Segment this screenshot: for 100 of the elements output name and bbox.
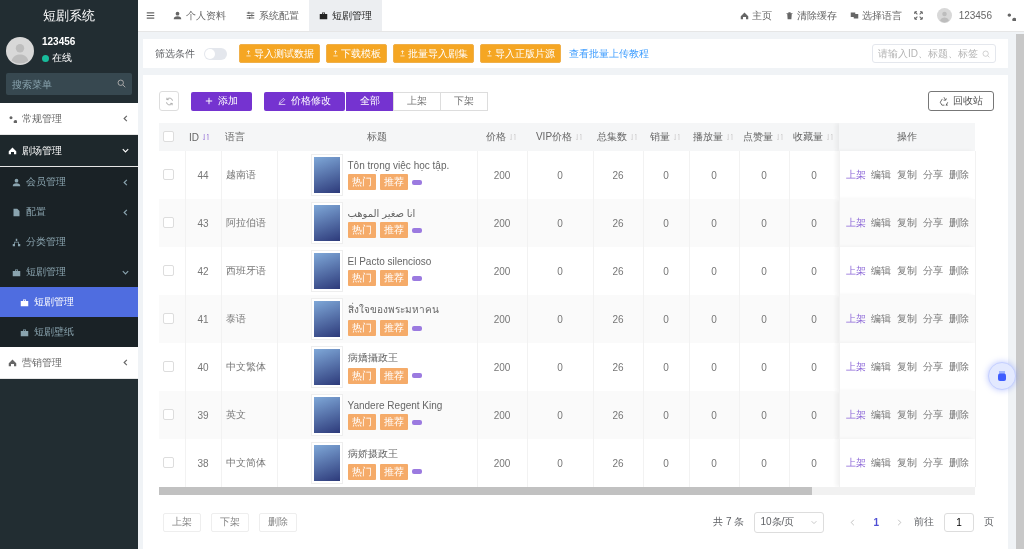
row-action-link[interactable]: 复制	[897, 312, 917, 326]
refresh-button[interactable]	[159, 91, 179, 111]
sort-icon[interactable]	[726, 133, 735, 141]
menu-item[interactable]: 分类管理	[0, 227, 138, 257]
row-action-link[interactable]: 删除	[948, 456, 969, 470]
row-action-link[interactable]: 编辑	[871, 408, 892, 422]
row-action-link[interactable]: 复制	[897, 456, 917, 470]
upload-icon	[245, 50, 252, 57]
avatar-icon[interactable]	[936, 8, 952, 23]
row-action-link[interactable]: 删除	[948, 312, 969, 326]
row-action-link[interactable]: 编辑	[871, 216, 892, 230]
row-action-link[interactable]: 分享	[922, 216, 943, 230]
add-button[interactable]: 添加	[191, 91, 252, 111]
row-action-link[interactable]: 上架	[845, 408, 866, 422]
row-action-link[interactable]: 上架	[845, 312, 866, 326]
tutorial-link[interactable]: 查看批量上传教程	[569, 46, 649, 61]
row-action-link[interactable]: 删除	[948, 408, 969, 422]
tab[interactable]: 系统配置	[236, 0, 309, 31]
row-action-link[interactable]: 分享	[922, 360, 943, 374]
vertical-scrollbar[interactable]	[1016, 34, 1024, 549]
row-action-link[interactable]: 删除	[948, 360, 969, 374]
user-name[interactable]: 123456	[958, 10, 992, 21]
row-action-link[interactable]: 复制	[897, 408, 917, 422]
menu-item[interactable]: 常规管理	[0, 103, 138, 135]
menu-search-field[interactable]: 搜索菜单	[6, 73, 132, 95]
row-action-link[interactable]: 分享	[922, 408, 943, 422]
tag: 推荐	[379, 174, 408, 190]
drama-title: انا صغير الموهب	[347, 208, 417, 219]
table-cell: 0	[711, 169, 717, 181]
row-action-link[interactable]: 分享	[922, 456, 943, 470]
bulk-action-button[interactable]: 下架	[211, 512, 249, 532]
page-input[interactable]: 1	[944, 512, 974, 532]
table-cell: 0	[761, 361, 767, 373]
table-search-field[interactable]: 请输入ID、标题、标签	[872, 44, 996, 63]
row-action-link[interactable]: 复制	[897, 216, 917, 230]
row-action-link[interactable]: 上架	[845, 456, 866, 470]
table-cell: 0	[663, 361, 669, 373]
row-action-link[interactable]: 上架	[845, 168, 866, 182]
row-action-link[interactable]: 编辑	[871, 264, 892, 278]
tab[interactable]: 个人资料	[163, 0, 236, 31]
next-page-icon[interactable]	[895, 517, 904, 527]
menu-item[interactable]: 短剧管理	[0, 257, 138, 287]
sort-icon[interactable]	[673, 133, 682, 141]
row-checkbox[interactable]	[163, 408, 174, 420]
row-action-link[interactable]: 编辑	[871, 456, 892, 470]
page-number[interactable]: 1	[867, 516, 885, 528]
row-action-link[interactable]: 分享	[922, 168, 943, 182]
recycle-bin-button[interactable]: 回收站	[928, 91, 994, 111]
sort-icon[interactable]	[776, 133, 785, 141]
sliders-icon	[246, 11, 255, 20]
header-link[interactable]: 选择语言	[849, 8, 902, 23]
menu-item[interactable]: 会员管理	[0, 167, 138, 197]
filter-switch[interactable]	[204, 47, 227, 60]
row-checkbox[interactable]	[163, 456, 174, 468]
header-link[interactable]: 清除缓存	[784, 8, 837, 23]
row-action-link[interactable]: 分享	[922, 264, 943, 278]
row-action-link[interactable]: 复制	[897, 360, 917, 374]
row-action-link[interactable]: 编辑	[871, 312, 892, 326]
price-edit-button[interactable]: 价格修改	[264, 91, 345, 111]
sort-icon[interactable]	[630, 133, 639, 141]
status-tab[interactable]: 全部	[346, 91, 394, 111]
home-icon	[739, 11, 749, 20]
row-action-link[interactable]: 上架	[845, 264, 866, 278]
row-action-link[interactable]: 上架	[845, 216, 866, 230]
tab[interactable]: 短剧管理	[309, 0, 382, 31]
row-action-link[interactable]: 复制	[897, 264, 917, 278]
sort-icon[interactable]	[509, 133, 518, 141]
bulk-action-button[interactable]: 上架	[163, 512, 201, 532]
row-checkbox[interactable]	[163, 264, 174, 276]
row-checkbox[interactable]	[163, 312, 174, 324]
row-checkbox[interactable]	[163, 360, 174, 372]
status-tab[interactable]: 下架	[440, 91, 488, 111]
bulk-action-button[interactable]: 删除	[259, 512, 297, 532]
menu-item[interactable]: 剧场管理	[0, 135, 138, 167]
row-checkbox[interactable]	[163, 168, 174, 180]
fullscreen-icon[interactable]	[913, 11, 923, 20]
row-action-link[interactable]: 删除	[948, 264, 969, 278]
sort-icon[interactable]	[826, 133, 835, 141]
sort-icon[interactable]	[575, 133, 585, 141]
row-action-link[interactable]: 上架	[845, 360, 866, 374]
status-tab[interactable]: 上架	[393, 91, 441, 111]
page-size-select[interactable]: 10条/页	[754, 511, 825, 533]
menu-item[interactable]: 短剧壁纸	[0, 317, 138, 347]
table-cell: 0	[811, 457, 817, 469]
header-link[interactable]: 主页	[739, 8, 772, 23]
row-checkbox[interactable]	[163, 216, 174, 228]
sort-icon[interactable]	[202, 133, 211, 141]
menu-item[interactable]: 营销管理	[0, 347, 138, 379]
row-action-link[interactable]: 删除	[948, 216, 969, 230]
row-action-link[interactable]: 编辑	[871, 360, 892, 374]
select-all-checkbox[interactable]	[163, 130, 174, 142]
row-action-link[interactable]: 复制	[897, 168, 917, 182]
table-cell: 39	[197, 409, 209, 421]
horizontal-scrollbar[interactable]	[159, 487, 975, 495]
menu-icon[interactable]	[146, 11, 155, 20]
menu-item[interactable]: 配置	[0, 197, 138, 227]
row-action-link[interactable]: 分享	[922, 312, 943, 326]
row-action-link[interactable]: 删除	[948, 168, 969, 182]
row-action-link[interactable]: 编辑	[871, 168, 892, 182]
menu-item[interactable]: 短剧管理	[0, 287, 138, 317]
